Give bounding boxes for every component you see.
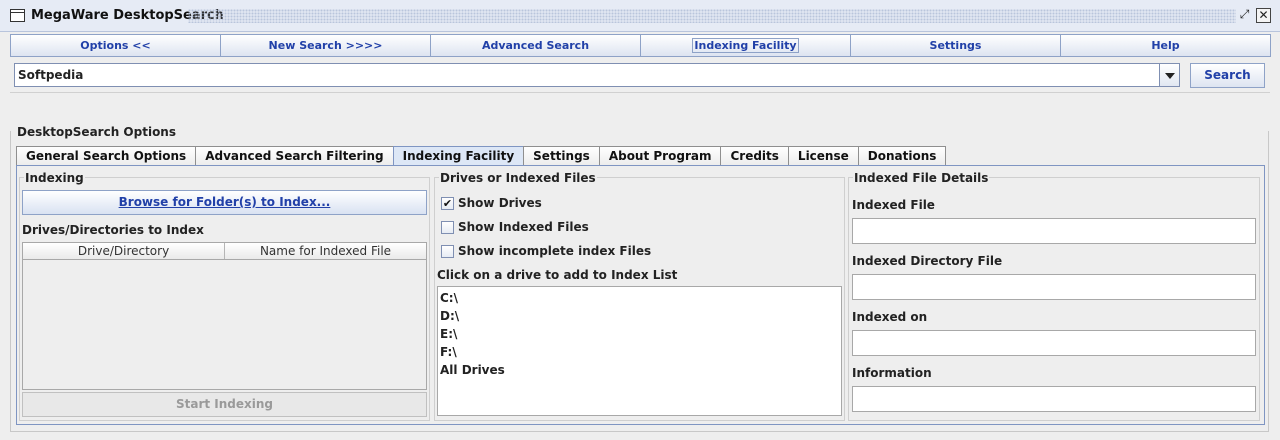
index-dirs-table[interactable]: Drive/Directory Name for Indexed File <box>22 242 427 390</box>
advanced-search-button[interactable]: Advanced Search <box>430 34 641 57</box>
checkmark-icon: ✔ <box>441 196 454 210</box>
drive-list[interactable]: C:\ D:\ E:\ F:\ All Drives <box>437 286 842 416</box>
details-section-title: Indexed File Details <box>853 171 990 185</box>
settings-button[interactable]: Settings <box>850 34 1061 57</box>
tab-advanced-search-filtering[interactable]: Advanced Search Filtering <box>195 146 394 166</box>
list-item[interactable]: D:\ <box>440 307 841 325</box>
information-field[interactable] <box>852 386 1256 412</box>
list-item[interactable]: C:\ <box>440 289 841 307</box>
list-item[interactable]: All Drives <box>440 361 841 379</box>
indexed-file-field[interactable] <box>852 218 1256 244</box>
drive-list-label: Click on a drive to add to Index List <box>437 268 678 282</box>
top-nav: Options << New Search >>>> Advanced Sear… <box>10 34 1271 57</box>
indexed-directory-file-label: Indexed Directory File <box>852 254 1003 268</box>
tab-donations[interactable]: Donations <box>857 146 947 166</box>
new-search-button[interactable]: New Search >>>> <box>220 34 431 57</box>
dirs-to-index-label: Drives/Directories to Index <box>22 223 204 237</box>
indexed-on-label: Indexed on <box>852 310 928 324</box>
show-indexed-files-checkbox[interactable]: Show Indexed Files <box>441 219 589 235</box>
close-icon[interactable]: ✕ <box>1256 8 1271 23</box>
drives-section-title: Drives or Indexed Files <box>439 171 597 185</box>
show-drives-label: Show Drives <box>458 196 542 210</box>
title-bar: MegaWare DesktopSearch ⤢ ✕ <box>0 0 1280 32</box>
tab-indexing-facility[interactable]: Indexing Facility <box>392 146 525 166</box>
indexing-section-title: Indexing <box>24 171 85 185</box>
search-button[interactable]: Search <box>1190 63 1265 88</box>
indexed-file-label: Indexed File <box>852 198 935 212</box>
list-item[interactable]: E:\ <box>440 325 841 343</box>
tab-general-search-options[interactable]: General Search Options <box>16 146 197 166</box>
window-app-icon <box>10 9 25 22</box>
divider <box>10 92 1270 93</box>
show-incomplete-files-label: Show incomplete index Files <box>458 244 652 258</box>
options-group-title: DesktopSearch Options <box>17 125 176 139</box>
browse-folders-button[interactable]: Browse for Folder(s) to Index... <box>22 190 427 215</box>
indexing-facility-button[interactable]: Indexing Facility <box>640 34 851 57</box>
checkbox-empty-icon <box>441 244 454 258</box>
start-indexing-button[interactable]: Start Indexing <box>22 392 427 417</box>
search-input[interactable]: Softpedia <box>14 63 1160 87</box>
help-button[interactable]: Help <box>1060 34 1271 57</box>
indexed-on-field[interactable] <box>852 330 1256 356</box>
title-bar-grip <box>188 9 1236 23</box>
show-indexed-files-label: Show Indexed Files <box>458 220 589 234</box>
tab-about-program[interactable]: About Program <box>598 146 722 166</box>
table-header: Drive/Directory Name for Indexed File <box>23 243 426 260</box>
options-toggle-button[interactable]: Options << <box>10 34 221 57</box>
show-incomplete-files-checkbox[interactable]: Show incomplete index Files <box>441 243 651 259</box>
list-item[interactable]: F:\ <box>440 343 841 361</box>
column-indexed-file-name[interactable]: Name for Indexed File <box>225 243 426 259</box>
restore-icon[interactable]: ⤢ <box>1237 8 1252 23</box>
chevron-down-icon[interactable] <box>1159 63 1180 87</box>
column-drive-directory[interactable]: Drive/Directory <box>23 243 225 259</box>
tab-license[interactable]: License <box>787 146 859 166</box>
indexed-directory-file-field[interactable] <box>852 274 1256 300</box>
tab-credits[interactable]: Credits <box>720 146 789 166</box>
checkbox-empty-icon <box>441 220 454 234</box>
information-label: Information <box>852 366 932 380</box>
tab-settings[interactable]: Settings <box>523 146 600 166</box>
show-drives-checkbox[interactable]: ✔ Show Drives <box>441 195 542 211</box>
options-tabs: General Search Options Advanced Search F… <box>16 146 947 166</box>
